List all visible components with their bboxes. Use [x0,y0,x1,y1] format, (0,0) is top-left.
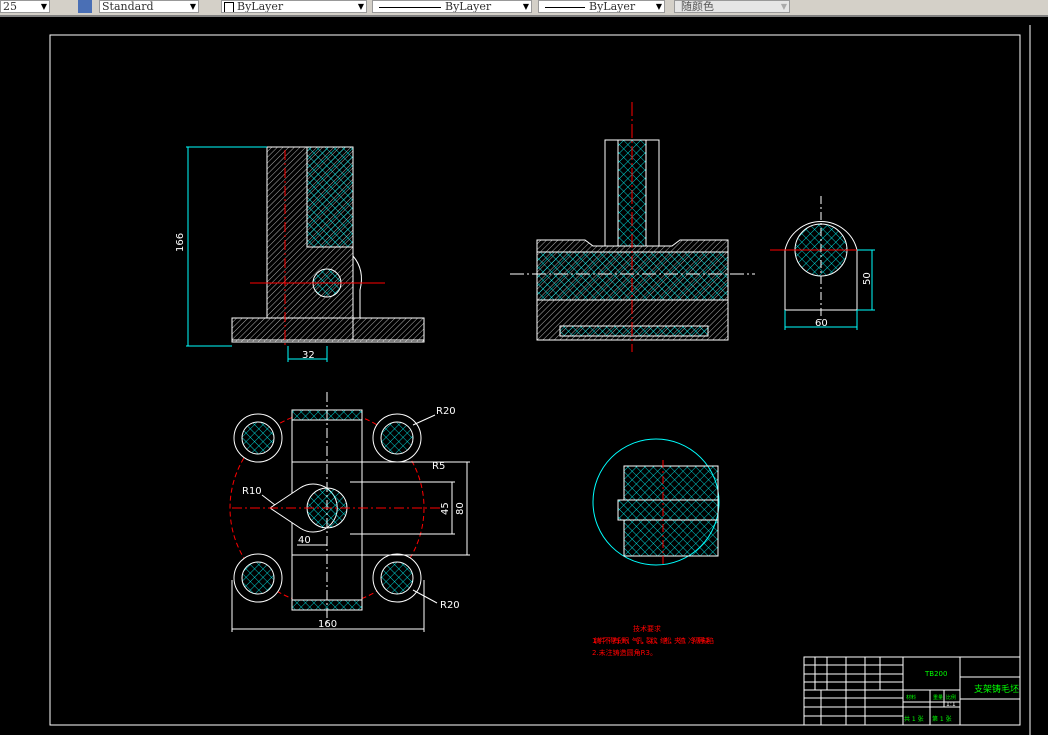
material-label: 材料 [906,694,916,701]
dim-160: 160 [318,619,337,630]
color-value: 随颜色 [681,0,714,13]
drawing-code: TB200 [924,670,947,678]
dim-60: 60 [815,318,828,329]
scale-value: 25 [3,0,17,13]
dim-r5: R5 [432,461,445,472]
layer-value: ByLayer [237,0,284,13]
dim-45: 45 [440,502,451,515]
chevron-down-icon: ▼ [357,2,364,11]
layer-combo[interactable]: ByLayer ▼ [221,0,367,13]
text-style-value: Standard [102,0,154,13]
drawing-canvas[interactable]: 166 32 50 60 R20 R5 R10 45 80 40 160 R20… [0,17,1048,735]
lineweight-combo[interactable]: ByLayer ▼ [538,0,665,13]
lineweight-preview [545,6,585,8]
linetype-preview [379,6,441,8]
sheet-total: 共 1 张 [904,715,924,723]
drawing-border [49,34,1021,726]
chevron-down-icon: ▼ [655,2,662,11]
scale-combo[interactable]: 25 ▼ [0,0,50,13]
color-combo[interactable]: 随颜色 ▼ [674,0,790,13]
dim-166: 166 [175,233,186,252]
notes-line-2: 2.未注铸造圆角R3。 [592,648,657,657]
properties-toolbar: 25 ▼ Standard ▼ ByLayer ▼ ByLayer ▼ ByLayer ▼… [0,0,1048,17]
dim-40: 40 [298,535,311,546]
linetype-combo[interactable]: ByLayer ▼ [372,0,532,13]
part-name: 支架铸毛坯 [974,683,1019,695]
text-style-combo[interactable]: Standard ▼ [99,0,199,13]
sheet-number: 第 1 张 [932,715,952,723]
dim-r20-bottom: R20 [440,600,460,611]
text-style-icon[interactable] [78,0,92,13]
chevron-down-icon: ▼ [522,2,529,11]
scale-value: 1:1 [946,701,956,708]
notes-line-1: 1.铸件不得有砂眼、气孔、裂纹、缩松、夹渣、冷隔等缺陷 [592,636,714,645]
chevron-down-icon: ▼ [40,2,47,11]
notes-title: 技术要求 [633,624,661,633]
lineweight-value: ByLayer [589,0,636,13]
scale-label: 比例 [946,694,956,701]
linetype-value: ByLayer [445,0,492,13]
dim-50: 50 [862,272,873,285]
color-swatch-icon [224,1,234,12]
front-section-view [186,146,425,362]
dim-r10: R10 [242,486,262,497]
chevron-down-icon: ▼ [189,2,196,11]
end-view [770,196,875,330]
weight-label: 重量 [933,694,943,701]
dim-32: 32 [302,350,315,361]
detail-view [592,438,720,566]
side-section-view [510,102,755,352]
dim-80: 80 [455,502,466,515]
chevron-down-icon: ▼ [780,2,787,11]
dim-r20-top: R20 [436,406,456,417]
top-view [229,392,470,632]
